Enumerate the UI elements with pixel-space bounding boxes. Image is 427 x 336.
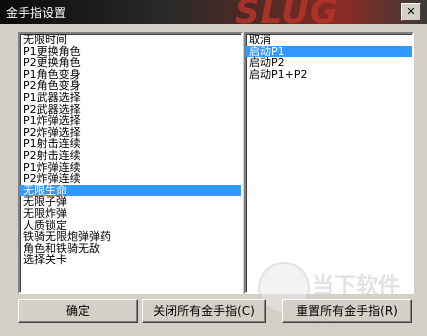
cheat-list-item[interactable]: P1武器选择 [20, 92, 241, 104]
reset-all-cheats-button[interactable]: 重置所有金手指(R) [282, 299, 412, 323]
title-bar-decoration: SLUG [235, 0, 339, 24]
cheat-list-item[interactable]: P2射击连续 [20, 150, 241, 162]
cheat-list[interactable]: 无限时间 P1更换角色 P2更换角色 P1角色变身 P2角色变身 P1武器选择 P2武器选择… [18, 32, 243, 294]
cheat-list-item[interactable]: P1炸弹选择 [20, 115, 241, 127]
player-option-list[interactable]: 取消 启动P1 启动P2 启动P1+P2 [244, 32, 414, 294]
cheat-list-item[interactable]: 无限炸弹 [20, 208, 241, 220]
window-title: 金手指设置 [6, 6, 67, 20]
player-option-item[interactable]: 启动P1+P2 [246, 69, 412, 81]
cheat-list-item[interactable]: 选择关卡 [20, 254, 241, 266]
cheat-list-item[interactable]: 铁骑无限炮弹弹药 [20, 231, 241, 243]
cheat-list-item[interactable]: P2炸弹连续 [20, 173, 241, 185]
close-all-cheats-button[interactable]: 关闭所有金手指(C) [142, 299, 266, 323]
cheat-list-item[interactable]: 无限时间 [20, 34, 241, 46]
title-bar[interactable]: SLUG 金手指设置 ✕ [0, 0, 427, 24]
close-button[interactable]: ✕ [401, 3, 421, 21]
player-option-item[interactable]: 取消 [246, 34, 412, 46]
ok-button[interactable]: 确定 [18, 299, 138, 323]
